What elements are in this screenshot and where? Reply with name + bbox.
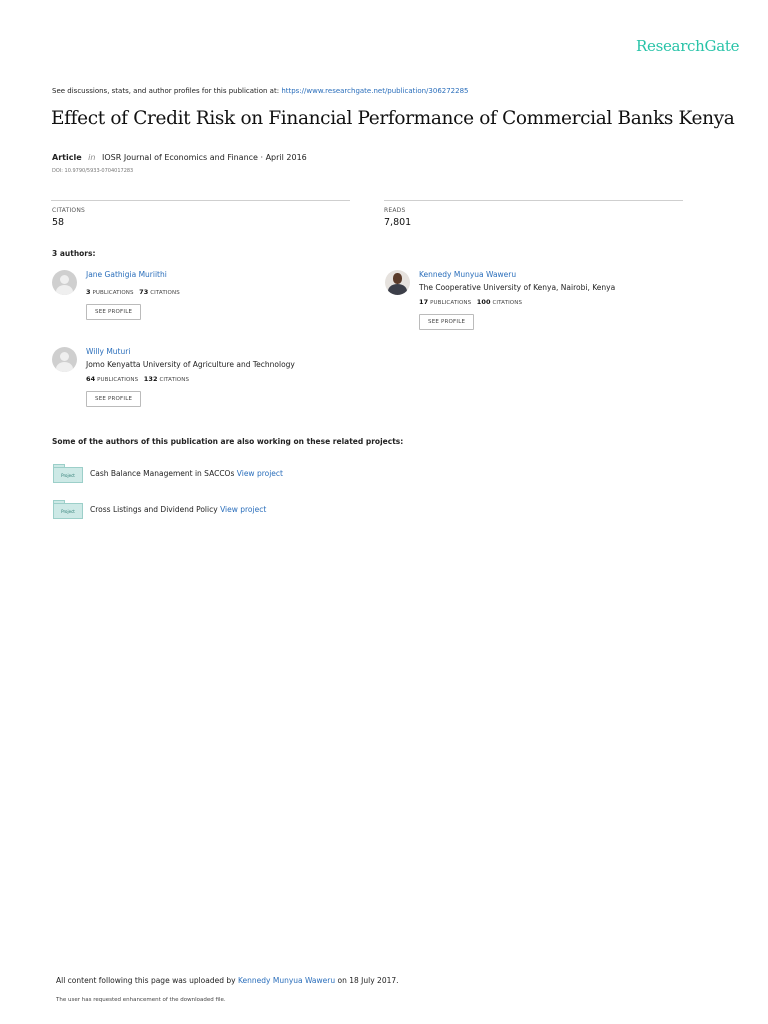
default-avatar-icon[interactable] <box>52 270 77 295</box>
discussion-line: See discussions, stats, and author profi… <box>52 87 469 95</box>
paper-doi: DOI: 10.9790/5933-0704017283 <box>52 168 134 174</box>
uploader-link[interactable]: Kennedy Munyua Waweru <box>238 976 335 985</box>
paper-meta: Article in IOSR Journal of Economics and… <box>52 153 307 162</box>
citations-label: CITATIONS <box>492 300 523 306</box>
view-project-link[interactable]: View project <box>220 505 266 514</box>
enhancement-note: The user has requested enhancement of th… <box>56 997 226 1003</box>
citations-count: 100 <box>476 298 491 306</box>
paper-title: Effect of Credit Risk on Financial Perfo… <box>51 108 735 129</box>
citations-label: CITATIONS <box>52 207 86 214</box>
discussion-text: See discussions, stats, and author profi… <box>52 87 280 95</box>
paper-venue: IOSR Journal of Economics and Finance · … <box>102 153 307 162</box>
view-project-link[interactable]: View project <box>237 469 283 478</box>
upload-suffix: on 18 July 2017. <box>337 976 399 985</box>
citations-count: 73 <box>139 288 149 296</box>
reads-value: 7,801 <box>384 217 412 228</box>
project-name: Cross Listings and Dividend Policy <box>90 505 218 514</box>
see-profile-button[interactable]: SEE PROFILE <box>86 391 142 407</box>
citations-value: 58 <box>52 217 65 228</box>
author-institution: The Cooperative University of Kenya, Nai… <box>419 283 616 292</box>
citations-divider <box>51 200 350 201</box>
see-profile-button[interactable]: SEE PROFILE <box>419 314 475 330</box>
author-name-link[interactable]: Kennedy Munyua Waweru <box>419 270 516 279</box>
paper-type: Article <box>52 153 82 162</box>
author-name-link[interactable]: Willy Muturi <box>86 347 130 356</box>
publications-count: 17 <box>419 298 429 306</box>
author-stats: 17 PUBLICATIONS 100 CITATIONS <box>419 298 522 306</box>
project-folder-icon: Project <box>53 464 83 483</box>
author-stats: 64 PUBLICATIONS 132 CITATIONS <box>86 375 189 383</box>
project-name: Cash Balance Management in SACCOs <box>90 469 235 478</box>
author-photo[interactable] <box>385 270 410 295</box>
reads-divider <box>384 200 683 201</box>
reads-label: READS <box>384 207 406 214</box>
author-stats: 3 PUBLICATIONS 73 CITATIONS <box>86 288 180 296</box>
project-item: Cross Listings and Dividend Policy View … <box>90 505 266 514</box>
default-avatar-icon[interactable] <box>52 347 77 372</box>
authors-heading: 3 authors: <box>52 249 96 258</box>
publications-count: 3 <box>86 288 91 296</box>
in-word: in <box>88 153 96 162</box>
project-icon-label: Project <box>61 509 75 514</box>
publications-label: PUBLICATIONS <box>97 377 139 383</box>
citations-label: CITATIONS <box>150 290 180 296</box>
project-folder-icon: Project <box>53 500 83 519</box>
author-name-link[interactable]: Jane Gathigia Muriithi <box>86 270 167 279</box>
upload-notice: All content following this page was uplo… <box>56 976 399 985</box>
see-profile-button[interactable]: SEE PROFILE <box>86 304 142 320</box>
citations-label: CITATIONS <box>159 377 190 383</box>
project-item: Cash Balance Management in SACCOs View p… <box>90 469 283 478</box>
projects-heading: Some of the authors of this publication … <box>52 437 404 446</box>
author-institution: Jomo Kenyatta University of Agriculture … <box>86 360 295 369</box>
citations-count: 132 <box>143 375 158 383</box>
publications-label: PUBLICATIONS <box>92 290 134 296</box>
researchgate-logo[interactable]: ResearchGate <box>636 37 739 55</box>
publication-url-link[interactable]: https://www.researchgate.net/publication… <box>281 87 468 95</box>
project-icon-label: Project <box>61 473 75 478</box>
publications-label: PUBLICATIONS <box>430 300 472 306</box>
publications-count: 64 <box>86 375 96 383</box>
upload-prefix: All content following this page was uplo… <box>56 976 236 985</box>
